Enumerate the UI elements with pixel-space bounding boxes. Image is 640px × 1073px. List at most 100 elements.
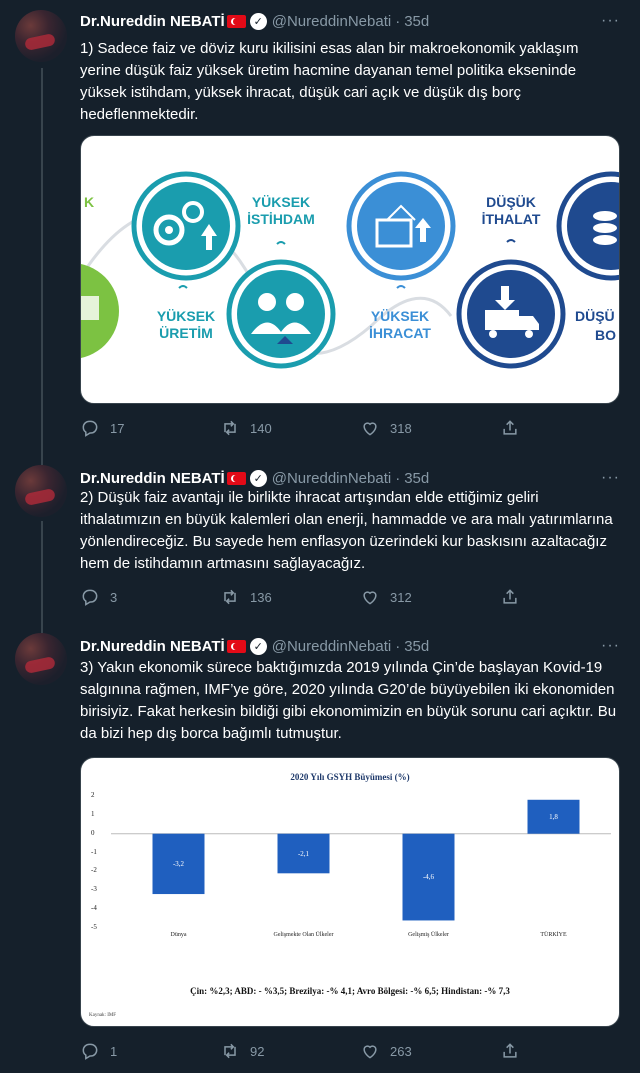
verified-badge-icon: ✓ <box>249 12 267 30</box>
tweet-timestamp[interactable]: 35d <box>404 638 429 655</box>
retweet-icon <box>224 420 236 436</box>
y-tick-label: -4 <box>91 904 97 913</box>
bar-value-label: -4,6 <box>422 873 435 882</box>
infographic-label-yuksek-uretim: YÜKSEK ÜRETİM <box>156 308 216 341</box>
chart-footnote: Çin: %2,3; ABD: - %3,5; Brezilya: -% 4,1… <box>190 986 510 996</box>
avatar[interactable] <box>15 633 67 685</box>
chart-source: Kaynak: IMF <box>89 1013 117 1018</box>
infographic-label-yuksek-ihracat: YÜKSEK İHRACAT <box>369 308 431 341</box>
like-button[interactable]: 312 <box>360 587 500 607</box>
thread-line <box>41 68 43 457</box>
separator-dot: · <box>395 469 401 487</box>
heart-icon <box>363 422 377 436</box>
thread-line <box>41 625 43 633</box>
category-label: Gelişmiş Ülkeler <box>408 932 449 938</box>
retweet-button[interactable]: 92 <box>220 1041 360 1061</box>
like-count: 312 <box>390 589 412 605</box>
avatar[interactable] <box>15 10 67 62</box>
verified-badge-icon: ✓ <box>249 637 267 655</box>
infographic-label-dusuk-ithalat: DÜŞÜK İTHALAT <box>481 194 541 227</box>
more-options-icon[interactable]: ··· <box>601 12 620 30</box>
turkey-flag-icon <box>226 14 246 28</box>
turkey-flag-icon <box>226 471 246 485</box>
reply-icon <box>82 420 98 437</box>
heart-icon <box>363 591 377 605</box>
reply-count: 17 <box>110 420 125 436</box>
retweet-icon <box>224 589 236 605</box>
infographic-label-k: K <box>83 194 95 210</box>
reply-count: 1 <box>110 1043 118 1059</box>
share-button[interactable] <box>500 587 540 607</box>
infographic-graphic <box>81 171 619 369</box>
category-label: TÜRKİYE <box>540 932 567 938</box>
infographic-label-yuksek-istihdam: YÜKSEK İSTİHDAM <box>247 194 315 227</box>
reply-button[interactable]: 17 <box>80 418 220 438</box>
category-label: Dünya <box>170 932 187 938</box>
y-tick-label: -2 <box>91 866 97 875</box>
y-tick-label: 0 <box>91 828 95 837</box>
tweet-2[interactable]: Dr.Nureddin NEBATİ ✓ @NureddinNebati · 3… <box>0 457 640 625</box>
author-name[interactable]: Dr.Nureddin NEBATİ <box>80 13 225 30</box>
bar-value-label: 1,8 <box>549 812 558 821</box>
infographic-label-dusu: DÜŞÜ <box>575 308 615 324</box>
turkey-flag-icon <box>226 639 246 653</box>
retweet-button[interactable]: 136 <box>220 587 360 607</box>
like-button[interactable]: 263 <box>360 1041 500 1061</box>
like-count: 263 <box>390 1043 412 1059</box>
bar-value-label: -2,1 <box>297 849 310 858</box>
tweet-header: Dr.Nureddin NEBATİ ✓ @NureddinNebati · 3… <box>80 11 624 31</box>
tweet-actions: 17 140 318 <box>80 416 550 440</box>
thread-line <box>41 457 43 465</box>
like-button[interactable]: 318 <box>360 418 500 438</box>
separator-dot: · <box>395 637 401 655</box>
share-icon <box>503 420 517 435</box>
y-tick-label: -3 <box>91 885 97 894</box>
retweet-count: 136 <box>250 589 272 605</box>
tweet-text: 2) Düşük faiz avantajı ile birlikte ihra… <box>80 489 613 572</box>
tweet-timestamp[interactable]: 35d <box>404 13 429 30</box>
tweet-header: Dr.Nureddin NEBATİ ✓ @NureddinNebati · 3… <box>80 636 624 656</box>
author-name[interactable]: Dr.Nureddin NEBATİ <box>80 638 225 655</box>
reply-button[interactable]: 1 <box>80 1041 220 1061</box>
reply-count: 3 <box>110 589 118 605</box>
retweet-count: 92 <box>250 1043 265 1059</box>
author-handle[interactable]: @NureddinNebati <box>272 13 391 30</box>
avatar[interactable] <box>15 465 67 517</box>
share-button[interactable] <box>500 418 540 438</box>
separator-dot: · <box>395 12 401 30</box>
verified-badge-icon: ✓ <box>249 469 267 487</box>
y-tick-label: -1 <box>91 847 97 856</box>
reply-icon <box>82 1043 98 1060</box>
retweet-icon <box>224 1043 236 1059</box>
more-options-icon[interactable]: ··· <box>601 637 620 655</box>
bar-value-label: -3,2 <box>172 859 185 868</box>
share-button[interactable] <box>500 1041 540 1061</box>
author-name[interactable]: Dr.Nureddin NEBATİ <box>80 470 225 487</box>
tweet-image-infographic[interactable]: K YÜKSEK İSTİHDAM DÜŞÜK İTHALAT YÜKSEK Ü… <box>80 135 620 404</box>
more-options-icon[interactable]: ··· <box>601 469 620 487</box>
reply-icon <box>82 589 98 606</box>
retweet-button[interactable]: 140 <box>220 418 360 438</box>
y-tick-label: -5 <box>91 923 97 931</box>
retweet-count: 140 <box>250 420 272 436</box>
share-icon <box>503 1043 517 1058</box>
tweet-text: 3) Yakın ekonomik sürece baktığımızda 20… <box>80 659 617 742</box>
tweet-text: 1) Sadece faiz ve döviz kuru ikilisini e… <box>80 40 579 123</box>
y-tick-label: 2 <box>91 791 95 799</box>
y-tick-label: 1 <box>91 809 95 818</box>
author-handle[interactable]: @NureddinNebati <box>272 470 391 487</box>
infographic-label-bo: BO <box>595 327 616 343</box>
like-count: 318 <box>390 420 412 436</box>
heart-icon <box>363 1045 377 1059</box>
tweet-actions: 1 92 263 <box>80 1039 550 1063</box>
author-handle[interactable]: @NureddinNebati <box>272 638 391 655</box>
tweet-header: Dr.Nureddin NEBATİ ✓ @NureddinNebati · 3… <box>80 468 624 488</box>
thread-line <box>41 521 43 625</box>
tweet-1[interactable]: Dr.Nureddin NEBATİ ✓ @NureddinNebati · 3… <box>0 0 640 457</box>
reply-button[interactable]: 3 <box>80 587 220 607</box>
tweet-timestamp[interactable]: 35d <box>404 470 429 487</box>
tweet-actions: 3 136 312 <box>80 585 550 609</box>
tweet-image-chart[interactable]: 2020 Yılı GSYH Büyümesi (%) 2 1 0 -1 -2 -3 -4-… <box>80 757 620 1027</box>
tweet-3[interactable]: Dr.Nureddin NEBATİ ✓ @NureddinNebati · 3… <box>0 625 640 1073</box>
category-label: Gelişmekte Olan Ülkeler <box>273 932 334 938</box>
